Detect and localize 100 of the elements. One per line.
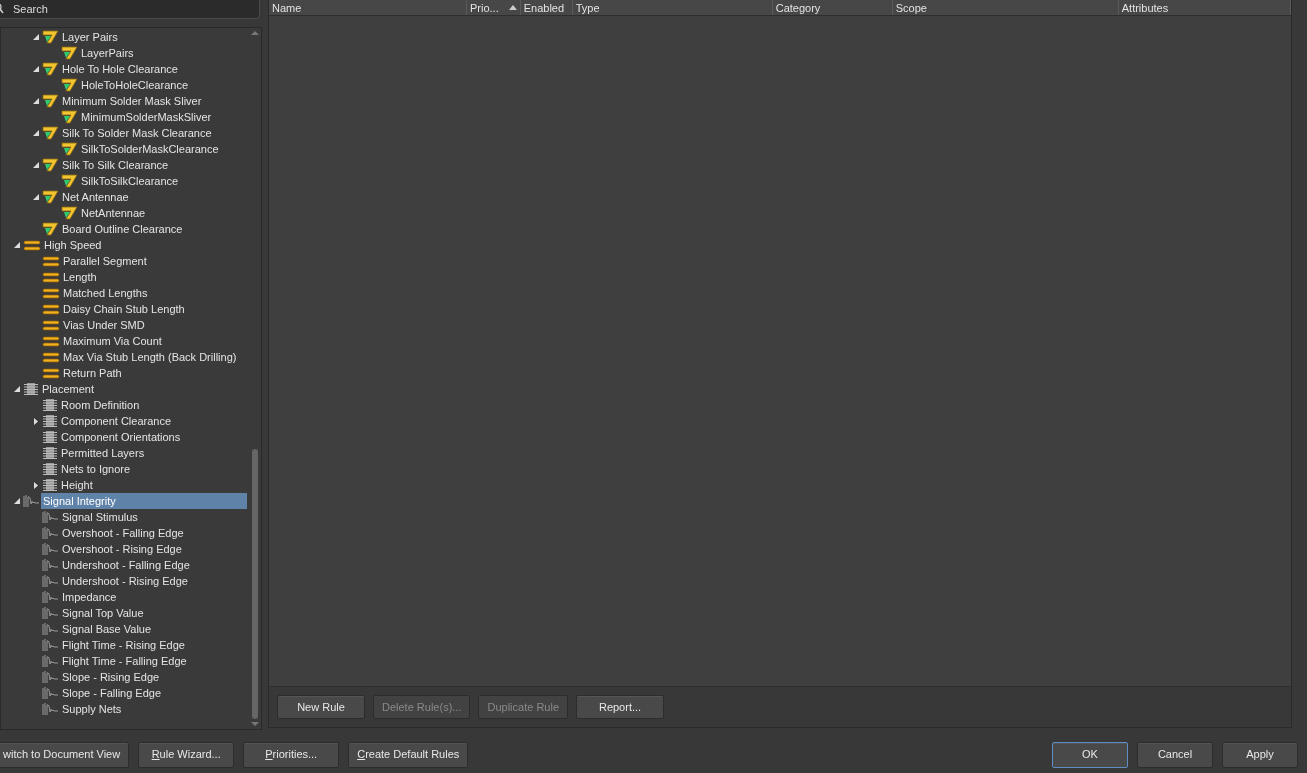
- scroll-up-arrow-icon[interactable]: [251, 30, 259, 36]
- collapse-arrow-icon[interactable]: [33, 65, 39, 73]
- tree-item[interactable]: Slope - Rising Edge: [60, 669, 162, 685]
- tree-item[interactable]: Daisy Chain Stub Length: [61, 301, 187, 317]
- traces-icon: [42, 334, 60, 348]
- waveform-icon: [42, 590, 59, 604]
- button[interactable]: Rule Wizard...: [138, 741, 235, 768]
- button[interactable]: New Rule: [277, 695, 365, 719]
- tree-item[interactable]: MinimumSolderMaskSliver: [79, 109, 214, 125]
- tree-item[interactable]: Parallel Segment: [61, 253, 149, 269]
- button[interactable]: Priorities...: [243, 741, 340, 768]
- button[interactable]: Report...: [576, 695, 665, 719]
- column-header[interactable]: Enabled: [520, 0, 573, 15]
- column-header[interactable]: Name: [269, 0, 467, 15]
- tree-item[interactable]: Layer Pairs: [60, 29, 120, 45]
- waveform-icon: [42, 574, 59, 588]
- column-header[interactable]: Scope: [892, 0, 1119, 15]
- button[interactable]: OK: [1052, 741, 1128, 768]
- traces-icon: [42, 318, 60, 332]
- ruler-icon: [42, 30, 59, 44]
- ruler-icon: [42, 62, 59, 76]
- button[interactable]: witch to Document View: [0, 741, 130, 768]
- tree-item[interactable]: Silk To Solder Mask Clearance: [60, 125, 214, 141]
- waveform-icon: [42, 542, 59, 556]
- tree-item[interactable]: Height: [59, 477, 95, 493]
- column-header[interactable]: Category: [772, 0, 893, 15]
- chip-icon: [42, 478, 58, 492]
- tree-item[interactable]: Maximum Via Count: [61, 333, 164, 349]
- tree-item[interactable]: SilkToSilkClearance: [79, 173, 181, 189]
- column-header[interactable]: Attributes: [1118, 0, 1291, 15]
- collapse-arrow-icon[interactable]: [33, 161, 39, 169]
- tree-item[interactable]: Component Orientations: [59, 429, 183, 445]
- ruler-icon: [61, 174, 78, 188]
- scroll-down-arrow-icon[interactable]: [251, 721, 259, 727]
- tree-item[interactable]: LayerPairs: [79, 45, 136, 61]
- tree-item[interactable]: Nets to Ignore: [59, 461, 133, 477]
- tree-item[interactable]: Return Path: [61, 365, 124, 381]
- collapse-arrow-icon[interactable]: [14, 241, 20, 249]
- tree-item[interactable]: Undershoot - Falling Edge: [60, 557, 192, 573]
- tree-item[interactable]: SilkToSolderMaskClearance: [79, 141, 221, 157]
- tree-item[interactable]: Supply Nets: [60, 701, 124, 717]
- tree-item[interactable]: Board Outline Clearance: [60, 221, 185, 237]
- waveform-icon: [42, 638, 59, 652]
- collapse-arrow-icon[interactable]: [33, 97, 39, 105]
- tree-item[interactable]: Overshoot - Falling Edge: [60, 525, 186, 541]
- tree-item[interactable]: Silk To Silk Clearance: [60, 157, 171, 173]
- tree-item[interactable]: Impedance: [60, 589, 119, 605]
- expand-arrow-icon[interactable]: [33, 481, 39, 489]
- collapse-arrow-icon[interactable]: [14, 385, 20, 393]
- traces-icon: [42, 270, 60, 284]
- scrollbar[interactable]: [249, 28, 261, 729]
- chip-icon: [42, 398, 58, 412]
- tree-item[interactable]: NetAntennae: [79, 205, 148, 221]
- tree-item[interactable]: Signal Base Value: [60, 621, 154, 637]
- traces-icon: [23, 238, 41, 252]
- tree-item[interactable]: Signal Integrity: [41, 493, 247, 509]
- column-header[interactable]: Type: [572, 0, 773, 15]
- tree-item[interactable]: Length: [61, 269, 99, 285]
- tree-item[interactable]: Matched Lengths: [61, 285, 150, 301]
- tree-item[interactable]: Undershoot - Rising Edge: [60, 573, 190, 589]
- tree-item[interactable]: Slope - Falling Edge: [60, 685, 164, 701]
- waveform-icon: [23, 494, 40, 508]
- traces-icon: [42, 350, 60, 364]
- ruler-icon: [42, 126, 59, 140]
- tree-item[interactable]: Vias Under SMD: [61, 317, 147, 333]
- tree-item[interactable]: Flight Time - Rising Edge: [60, 637, 187, 653]
- waveform-icon: [42, 686, 59, 700]
- waveform-icon: [42, 558, 59, 572]
- search-field[interactable]: Search: [0, 0, 260, 19]
- waveform-icon: [42, 654, 59, 668]
- tree-item[interactable]: Permitted Layers: [59, 445, 147, 461]
- button[interactable]: Cancel: [1137, 741, 1213, 768]
- collapse-arrow-icon[interactable]: [14, 497, 20, 505]
- tree-item[interactable]: HoleToHoleClearance: [79, 77, 190, 93]
- tree-item[interactable]: Room Definition: [59, 397, 142, 413]
- tree-item[interactable]: Placement: [40, 381, 96, 397]
- tree-item[interactable]: Overshoot - Rising Edge: [60, 541, 184, 557]
- tree-item[interactable]: Hole To Hole Clearance: [60, 61, 180, 77]
- tree-item[interactable]: Minimum Solder Mask Sliver: [60, 93, 204, 109]
- ruler-icon: [61, 46, 78, 60]
- tree-item[interactable]: High Speed: [42, 237, 104, 253]
- expand-arrow-icon[interactable]: [33, 417, 39, 425]
- button[interactable]: Create Default Rules: [348, 741, 469, 768]
- waveform-icon: [42, 622, 59, 636]
- traces-icon: [42, 302, 60, 316]
- tree-item[interactable]: Flight Time - Falling Edge: [60, 653, 189, 669]
- collapse-arrow-icon[interactable]: [33, 193, 39, 201]
- collapse-arrow-icon[interactable]: [33, 33, 39, 41]
- collapse-arrow-icon[interactable]: [33, 129, 39, 137]
- chip-icon: [42, 446, 58, 460]
- chip-icon: [23, 382, 39, 396]
- tree-item[interactable]: Signal Top Value: [60, 605, 146, 621]
- tree-item[interactable]: Signal Stimulus: [60, 509, 140, 525]
- tree-item[interactable]: Component Clearance: [59, 413, 174, 429]
- traces-icon: [42, 366, 60, 380]
- column-header[interactable]: Prio...: [467, 0, 521, 15]
- tree-item[interactable]: Net Antennae: [60, 189, 131, 205]
- ruler-icon: [61, 78, 78, 92]
- tree-item[interactable]: Max Via Stub Length (Back Drilling): [61, 349, 239, 365]
- button[interactable]: Apply: [1222, 741, 1298, 768]
